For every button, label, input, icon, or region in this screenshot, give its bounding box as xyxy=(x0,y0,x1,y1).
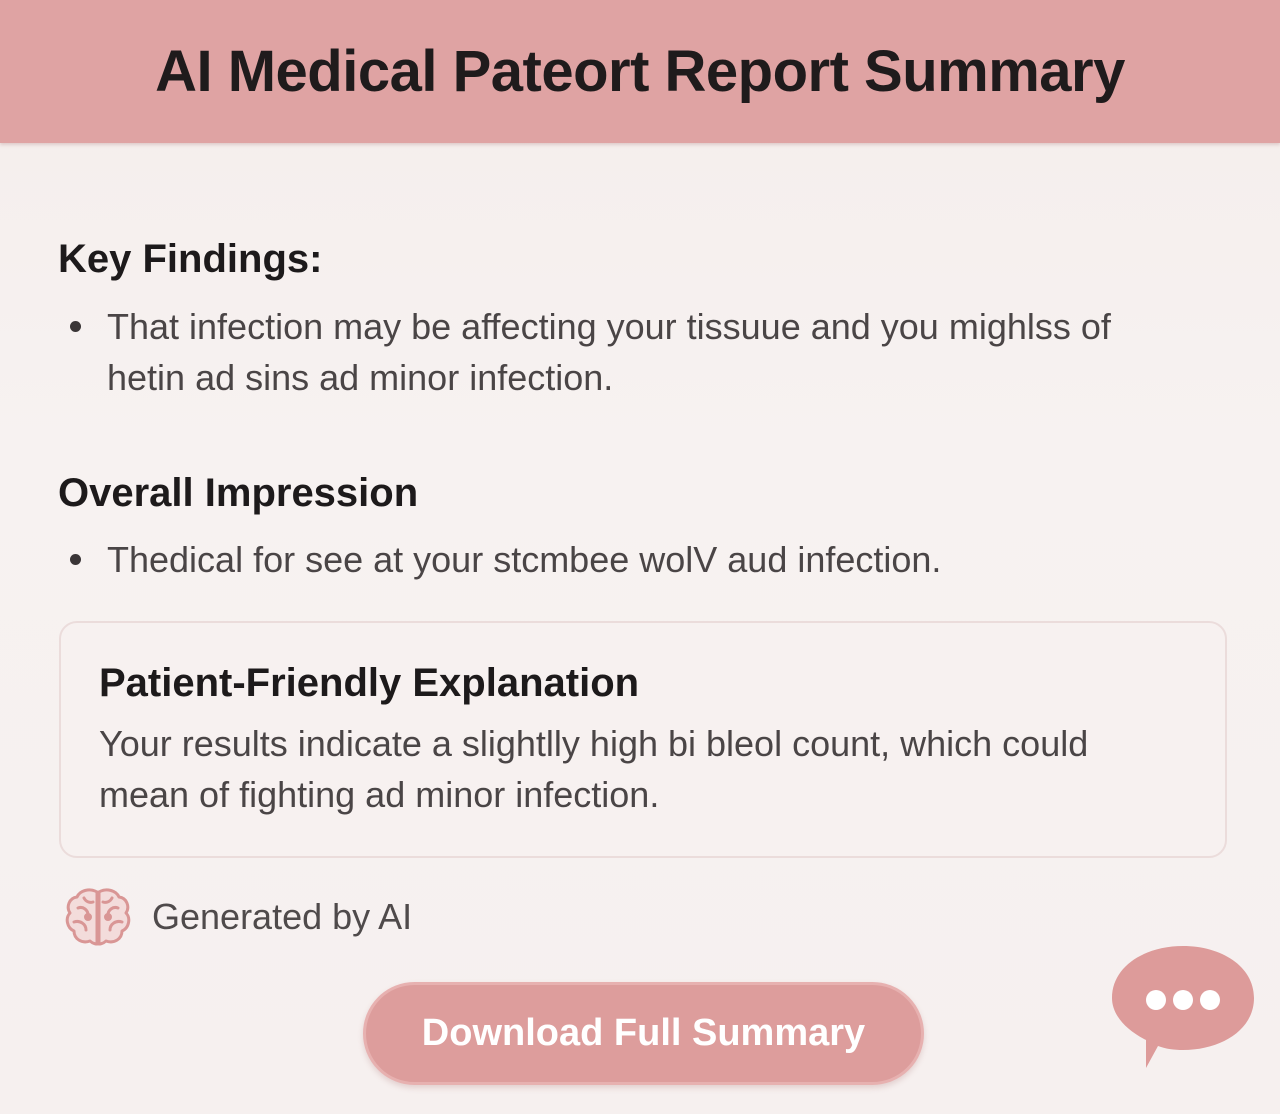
explanation-card: Patient-Friendly Explanation Your result… xyxy=(59,621,1227,858)
explanation-body: Your results indicate a slightlly high b… xyxy=(99,723,1089,815)
report-summary-page: AI Medical Pateort Report Summary Key Fi… xyxy=(0,0,1280,1114)
overall-impression-text: Thedical for see at your stcmbee wolV au… xyxy=(107,539,942,580)
download-summary-button[interactable]: Download Full Summary xyxy=(363,982,924,1085)
bullet-icon xyxy=(70,554,81,565)
dot-icon xyxy=(1173,990,1193,1010)
key-findings-text: That infection may be affecting your tis… xyxy=(107,306,1111,398)
overall-impression-title: Overall Impression xyxy=(58,471,419,515)
bullet-icon xyxy=(70,321,81,332)
dot-icon xyxy=(1200,990,1220,1010)
chat-bubble-icon[interactable] xyxy=(1108,942,1258,1072)
generated-by-label: Generated by AI xyxy=(152,896,413,937)
key-findings-item: That infection may be affecting your tis… xyxy=(58,301,1167,403)
generated-by-ai: Generated by AI xyxy=(64,886,412,948)
key-findings-title: Key Findings: xyxy=(58,237,323,281)
page-title: AI Medical Pateort Report Summary xyxy=(155,39,1125,104)
overall-impression-item: Thedical for see at your stcmbee wolV au… xyxy=(58,534,1207,585)
explanation-title: Patient-Friendly Explanation xyxy=(99,661,640,705)
header-bar: AI Medical Pateort Report Summary xyxy=(0,0,1280,143)
dot-icon xyxy=(1146,990,1166,1010)
brain-icon xyxy=(65,888,131,946)
